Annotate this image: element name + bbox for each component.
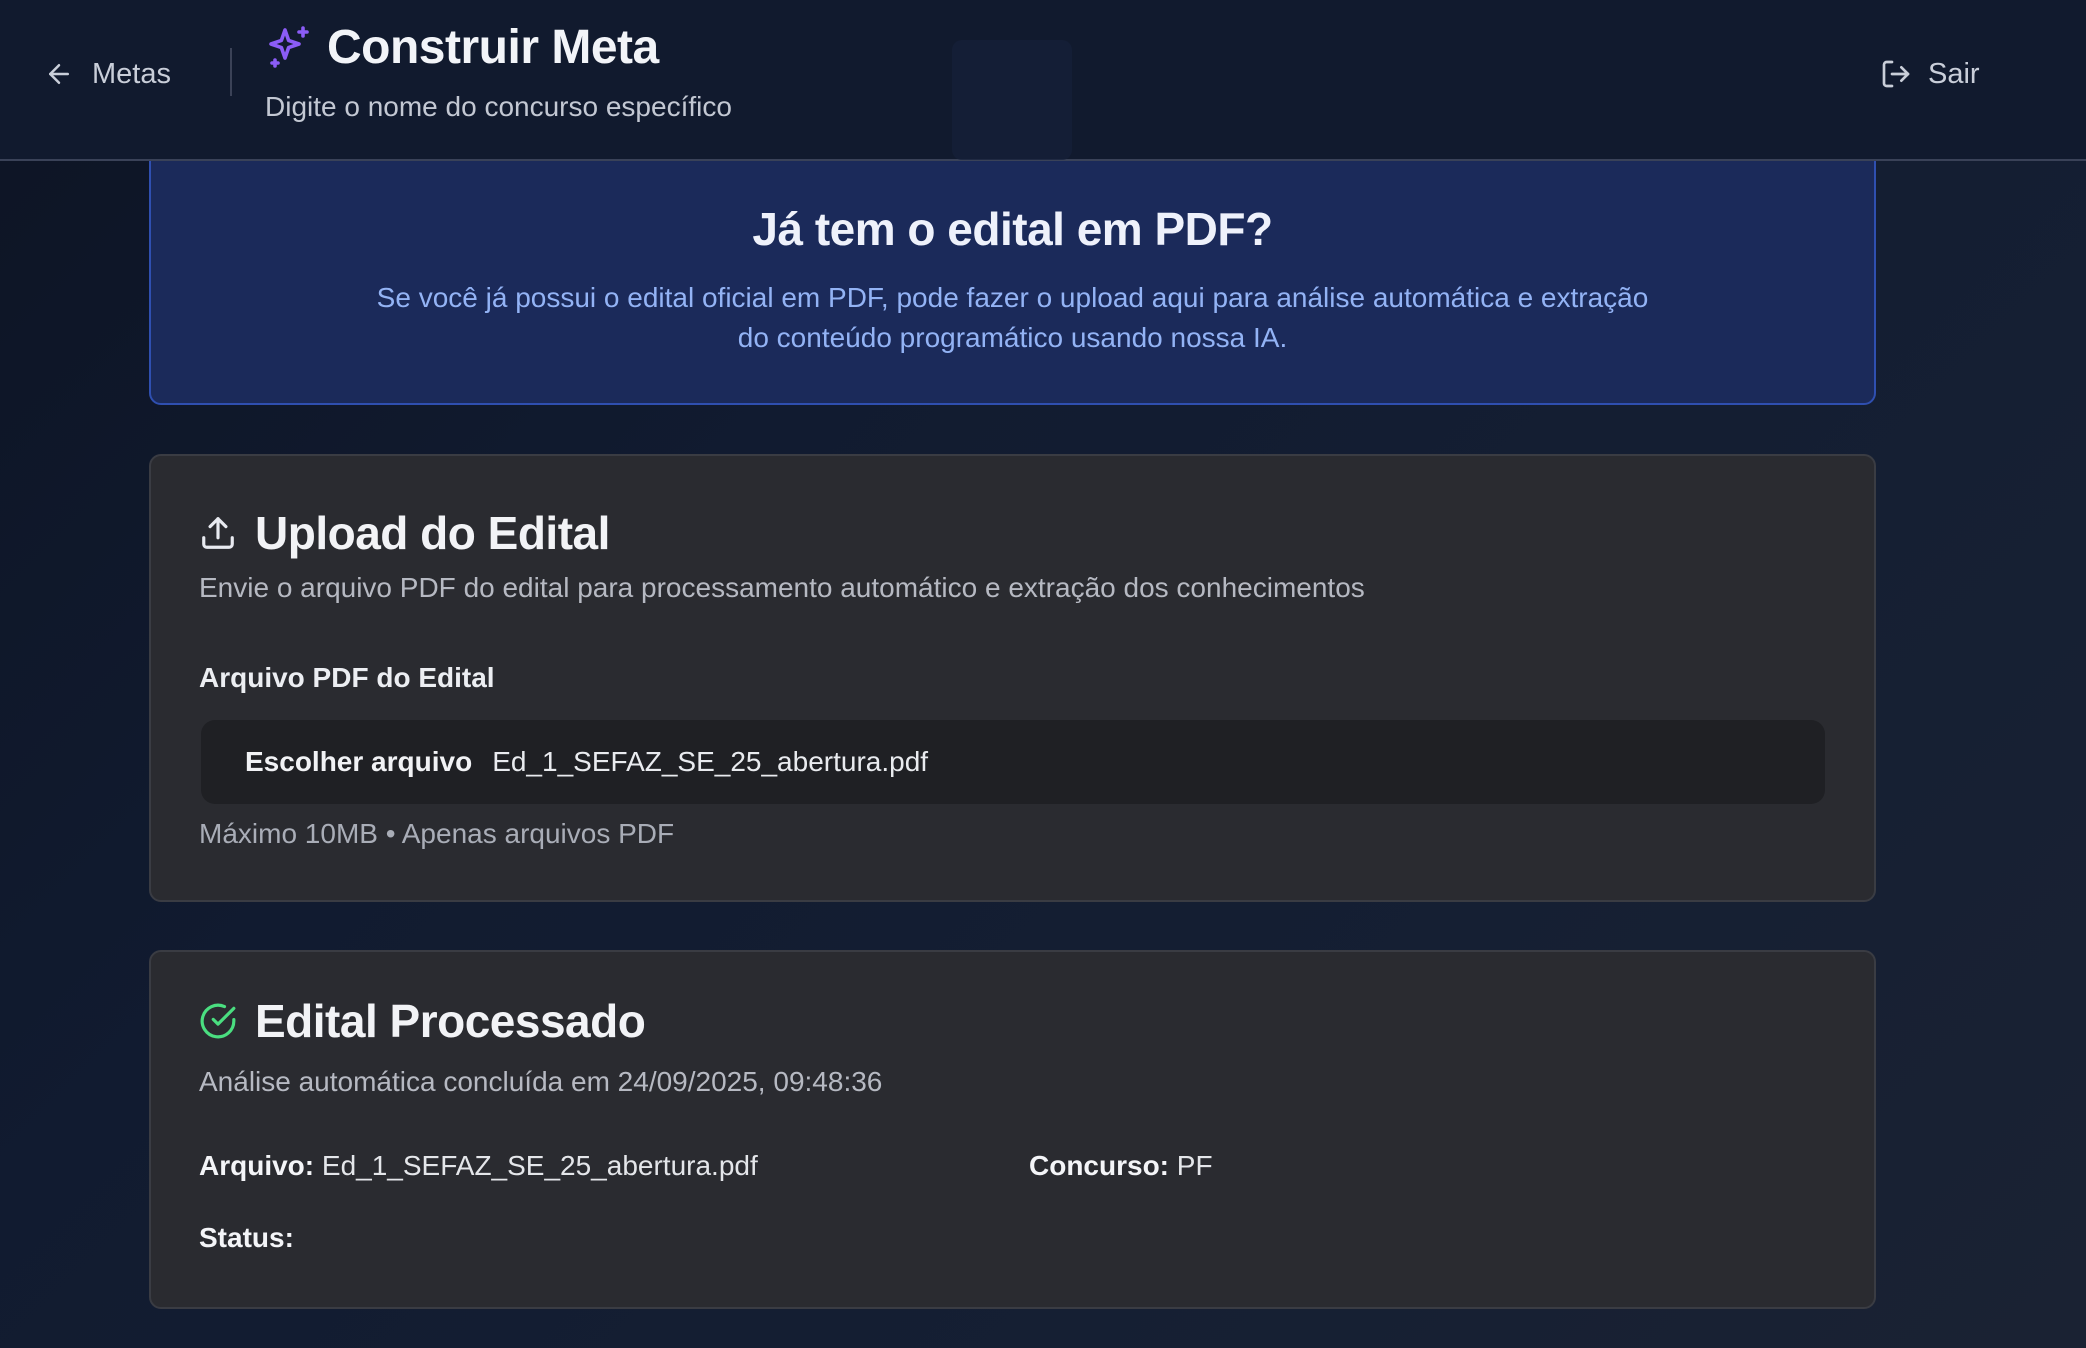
processed-card-description: Análise automática concluída em 24/09/20…: [199, 1066, 883, 1097]
pdf-info-banner: Já tem o edital em PDF? Se você já possu…: [149, 120, 1876, 405]
logout-button[interactable]: Sair: [1880, 52, 1980, 96]
logout-icon: [1882, 60, 1910, 88]
logout-label: Sair: [1928, 57, 1980, 90]
selected-file-name: Ed_1_SEFAZ_SE_25_abertura.pdf: [492, 746, 929, 777]
pdf-file-label: Arquivo PDF do Edital: [199, 662, 495, 693]
processed-file-value: Ed_1_SEFAZ_SE_25_abertura.pdf: [321, 1150, 758, 1181]
processed-file-info: Arquivo: Ed_1_SEFAZ_SE_25_abertura.pdf: [199, 1150, 758, 1182]
back-to-metas-link[interactable]: Metas: [44, 52, 171, 96]
back-link-label: Metas: [92, 57, 171, 90]
processed-status-label: Status:: [199, 1222, 294, 1253]
processed-contest-label: Concurso:: [1029, 1150, 1169, 1181]
processed-card-header: Edital Processado: [199, 994, 646, 1048]
header-divider: [230, 48, 232, 96]
processed-status-info: Status:: [199, 1222, 294, 1254]
pdf-file-input[interactable]: Escolher arquivo Ed_1_SEFAZ_SE_25_abertu…: [201, 720, 1825, 804]
banner-description: Se você já possui o edital oficial em PD…: [376, 282, 1649, 353]
upload-card: Upload do Edital Envie o arquivo PDF do …: [149, 454, 1876, 902]
page-title: Construir Meta: [327, 21, 659, 74]
banner-title: Já tem o edital em PDF?: [752, 203, 1273, 255]
upload-card-description: Envie o arquivo PDF do edital para proce…: [199, 572, 1365, 603]
check-circle-icon: [200, 1003, 236, 1039]
processed-file-label: Arquivo:: [199, 1150, 315, 1181]
upload-card-title: Upload do Edital: [255, 507, 610, 559]
upload-card-header: Upload do Edital: [199, 506, 610, 560]
sparkles-icon: [269, 25, 309, 68]
top-bar: Metas Construir Meta Digite o nome do co…: [0, 0, 2086, 161]
arrow-left-icon: [49, 64, 69, 84]
choose-file-button[interactable]: Escolher arquivo: [245, 746, 472, 778]
processed-card: Edital Processado Análise automática con…: [149, 950, 1876, 1309]
page-subtitle: Digite o nome do concurso específico: [265, 91, 732, 122]
processed-contest-info: Concurso: PF: [1029, 1150, 1213, 1182]
processed-card-title: Edital Processado: [255, 995, 646, 1047]
header-title-block: Construir Meta Digite o nome do concurso…: [265, 20, 732, 123]
upload-icon: [202, 517, 234, 549]
processed-contest-value: PF: [1176, 1150, 1213, 1181]
upload-hint: Máximo 10MB • Apenas arquivos PDF: [199, 818, 675, 849]
background-decoration: [952, 40, 1072, 160]
